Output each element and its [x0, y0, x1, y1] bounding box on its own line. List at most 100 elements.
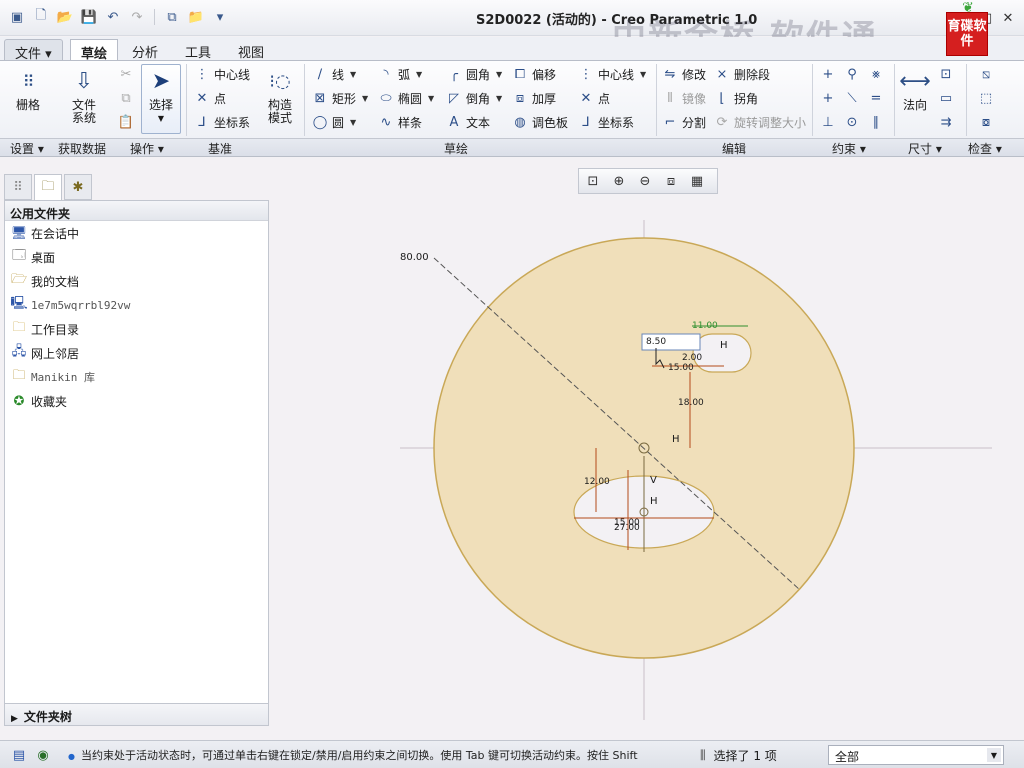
constraint-equal-button[interactable]: =	[868, 90, 884, 106]
group-datum[interactable]: 基准	[208, 140, 232, 157]
tab-view[interactable]: 视图	[228, 39, 274, 61]
paste-button[interactable]: 📋	[118, 114, 134, 130]
folder-item-desktop[interactable]: 🗔 桌面	[5, 245, 268, 269]
edit-delete-segment-button[interactable]: ⨯ 删除段	[714, 66, 770, 83]
sketch-point-button[interactable]: ✕ 点	[578, 90, 610, 107]
folder-item-network[interactable]: 🖧 网上邻居	[5, 341, 268, 365]
inspect-overlap-button[interactable]: ⧅	[978, 66, 994, 82]
open-folder-icon[interactable]: 📂	[56, 8, 74, 26]
dimension-80[interactable]: 80.00	[400, 252, 429, 263]
dimension-27[interactable]: 27.00	[614, 523, 640, 533]
group-constraints[interactable]: 约束 ▾	[832, 140, 866, 157]
browser-toggle-icon[interactable]: ◉	[34, 746, 52, 764]
folder-item-in-session[interactable]: 🖥 在会话中	[5, 221, 268, 245]
constraint-v-ellipse[interactable]: V	[650, 475, 657, 486]
construction-mode-button[interactable]: ⁝◌ 构造 模式	[262, 66, 298, 125]
group-operations[interactable]: 操作 ▾	[130, 140, 164, 157]
redo-icon[interactable]: ↷	[128, 8, 146, 26]
constraint-perpendicular-button[interactable]: ⊥	[820, 114, 836, 130]
constraint-midpoint-button[interactable]: ⟍	[844, 90, 860, 106]
inspect-highlight-button[interactable]: ⬚	[978, 90, 994, 106]
sketch-ellipse-button[interactable]: ⬭ 椭圆 ▼	[378, 90, 434, 107]
grid-button[interactable]: ⠿ 栅格	[10, 66, 46, 112]
datum-centerline-button[interactable]: ⋮ 中心线	[194, 66, 251, 83]
favorites-tab[interactable]: ✱	[64, 174, 92, 200]
sketch-display-filter-icon[interactable]: ▦	[687, 171, 707, 191]
group-edit[interactable]: 编辑	[722, 140, 746, 157]
sketch-palette-button[interactable]: ◍ 调色板	[512, 114, 568, 131]
group-inspect[interactable]: 检查 ▾	[968, 140, 1002, 157]
refit-icon[interactable]: ⊡	[583, 171, 603, 191]
edit-rotate-resize-button[interactable]: ⟳ 旋转调整大小	[714, 114, 806, 131]
sketch-line-button[interactable]: ∕ 线 ▼	[312, 66, 356, 83]
constraint-h-ellipse[interactable]: H	[650, 496, 658, 507]
group-settings[interactable]: 设置 ▾	[10, 140, 44, 157]
model-tree-tab[interactable]: ⠿	[4, 174, 32, 200]
folder-tree-expander[interactable]: ▶ 文件夹树	[5, 703, 268, 725]
sketch-circle-button[interactable]: ◯ 圆 ▼	[312, 114, 356, 131]
sketch-coord-button[interactable]: ⅃ 坐标系	[578, 114, 634, 131]
customize-dropdown-icon[interactable]: ▾	[211, 8, 229, 26]
edit-corner-button[interactable]: ⌊ 拐角	[714, 90, 758, 107]
folder-item-working-directory[interactable]: 🗀 工作目录	[5, 317, 268, 341]
constraint-vertical-button[interactable]: +	[820, 66, 836, 82]
sketch-rectangle-button[interactable]: ⊠ 矩形 ▼	[312, 90, 369, 107]
dimension-12[interactable]: 12.00	[584, 477, 610, 487]
folder-browser-tab[interactable]: 🗀	[34, 174, 62, 200]
new-file-icon[interactable]: 🗋	[32, 8, 50, 26]
folder-item-my-documents[interactable]: 🗁 我的文档	[5, 269, 268, 293]
sketch-text-button[interactable]: A 文本	[446, 114, 490, 131]
normal-dimension-button[interactable]: ⟷ 法向	[898, 66, 932, 112]
dimension-reference-button[interactable]: ▭	[938, 90, 954, 106]
folder-item-manikin-library[interactable]: 🗀 Manikin 库	[5, 365, 268, 389]
repaint-icon[interactable]: ⧈	[661, 171, 681, 191]
edit-divide-button[interactable]: ⌐ 分割	[662, 114, 706, 131]
save-icon[interactable]: 💾	[80, 8, 98, 26]
tab-sketch[interactable]: 草绘	[70, 39, 119, 62]
datum-coord-button[interactable]: ⅃ 坐标系	[194, 114, 250, 131]
edit-modify-button[interactable]: ⇋ 修改	[662, 66, 706, 83]
dimension-edit-value[interactable]: 8.50	[646, 337, 666, 347]
sketch-spline-button[interactable]: ∿ 样条	[378, 114, 422, 131]
sketch-offset-button[interactable]: ⧠ 偏移	[512, 66, 556, 83]
group-get-data[interactable]: 获取数据	[58, 140, 106, 157]
sketch-chamfer-button[interactable]: ◸ 倒角 ▼	[446, 90, 502, 107]
constraint-h-slot[interactable]: H	[720, 340, 728, 351]
selection-icon[interactable]: ⫼	[700, 748, 706, 763]
group-sketch[interactable]: 草绘	[444, 140, 468, 157]
folder-item-computer[interactable]: 🖳 1e7m5wqrrbl92vw	[5, 293, 268, 317]
navigator-toggle-icon[interactable]: ▤	[10, 746, 28, 764]
sketch-centerline-button[interactable]: ⋮ 中心线 ▼	[578, 66, 647, 83]
dimension-11[interactable]: 11.00	[692, 321, 718, 331]
select-dropdown-icon[interactable]: ▼	[158, 112, 164, 125]
tab-tools[interactable]: 工具	[175, 39, 221, 61]
file-system-button[interactable]: ⇩ 文件 系统	[64, 66, 104, 125]
dimension-baseline-button[interactable]: ⇉	[938, 114, 954, 130]
tab-analysis[interactable]: 分析	[122, 39, 168, 61]
windows-icon[interactable]: 📁	[187, 8, 205, 26]
constraint-parallel-button[interactable]: ∥	[868, 114, 884, 130]
group-dimension[interactable]: 尺寸 ▾	[908, 140, 942, 157]
sketch-thicken-button[interactable]: ⧈ 加厚	[512, 90, 556, 107]
sketch-arc-button[interactable]: ◝ 弧 ▼	[378, 66, 422, 83]
selection-filter-select[interactable]: 全部 ▼	[828, 745, 1004, 765]
constraint-horizontal-button[interactable]: +	[820, 90, 836, 106]
inspect-shade-button[interactable]: ⧇	[978, 114, 994, 130]
sketch-fillet-button[interactable]: ╭ 圆角 ▼	[446, 66, 502, 83]
dimension-2[interactable]: 2.00	[682, 353, 702, 363]
constraint-symmetric-button[interactable]: ⨳	[868, 66, 884, 82]
tab-file[interactable]: 文件 ▾	[4, 39, 63, 62]
copy-button[interactable]: ⧉	[118, 90, 134, 106]
constraint-tangent-button[interactable]: ⚲	[844, 66, 860, 82]
cut-button[interactable]: ✂	[118, 66, 134, 82]
undo-icon[interactable]: ↶	[104, 8, 122, 26]
zoom-in-icon[interactable]: ⊕	[609, 171, 629, 191]
constraint-h-center[interactable]: H	[672, 434, 680, 445]
datum-point-button[interactable]: ✕ 点	[194, 90, 226, 107]
dimension-15-top[interactable]: 15.00	[668, 363, 694, 373]
folder-item-favorites[interactable]: ✪ 收藏夹	[5, 389, 268, 413]
close-icon[interactable]: ✕	[1000, 10, 1016, 26]
zoom-out-icon[interactable]: ⊖	[635, 171, 655, 191]
dimension-perimeter-button[interactable]: ⊡	[938, 66, 954, 82]
edit-mirror-button[interactable]: ⫴ 镜像	[662, 90, 706, 107]
